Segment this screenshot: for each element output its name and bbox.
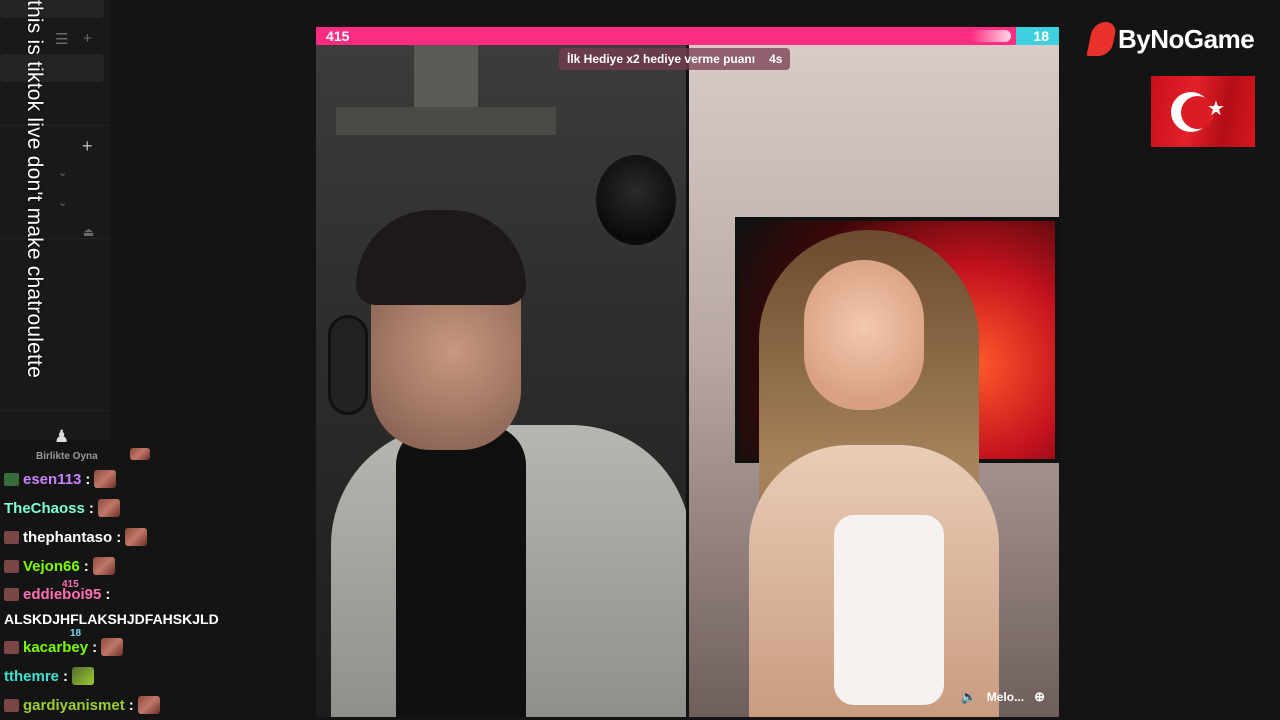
list-icon[interactable]: ☰ xyxy=(55,32,68,47)
chat-username[interactable]: gardiyanismet xyxy=(23,697,125,714)
emote xyxy=(97,499,120,517)
app-sidebar: ☰ + + ⌄ ⌄ ⏏ ♟ xyxy=(0,0,110,445)
headset xyxy=(328,315,368,415)
pk-score-bar: 415 18 xyxy=(316,27,1059,45)
pk-bar-effect xyxy=(971,30,1011,42)
divider xyxy=(0,125,110,126)
chat-colon: : xyxy=(85,470,91,488)
chat-message: Vejon66 : xyxy=(4,554,115,578)
vertical-caption: this is tiktok live don't make chatroule… xyxy=(22,0,48,470)
chat-panel: Birlikte Oyna esen113 : TheChaoss : thep… xyxy=(0,446,300,720)
gift-banner-text: İlk Hediye x2 hediye verme puanı xyxy=(567,52,756,66)
chat-message: eddieboi95 : xyxy=(4,582,110,606)
chat-username[interactable]: kacarbey xyxy=(23,639,88,656)
chat-username[interactable]: esen113 xyxy=(23,471,81,488)
chevron-down-icon[interactable]: ⌄ xyxy=(58,198,67,209)
streamer-hair xyxy=(356,210,526,305)
guest-face xyxy=(804,260,924,410)
chat-message: gardiyanismet : xyxy=(4,693,160,717)
gift-banner: İlk Hediye x2 hediye verme puanı 4s xyxy=(559,48,791,70)
turkey-flag: ★ xyxy=(1151,76,1255,147)
pk-score-left: 415 xyxy=(326,28,350,44)
emote xyxy=(130,448,150,460)
star-icon: ★ xyxy=(1207,98,1225,120)
chat-username[interactable]: Vejon66 xyxy=(23,558,80,575)
chat-username[interactable]: eddieboi95 xyxy=(23,586,101,603)
chat-message: thephantaso : xyxy=(4,525,148,549)
live-stream-frame[interactable]: 415 18 🔈 Melo... ⊕ İlk Hediye x2 hediye … xyxy=(316,27,1059,717)
badge-icon xyxy=(4,559,19,573)
chat-username[interactable]: TheChaoss xyxy=(4,500,85,517)
emote xyxy=(72,667,95,685)
sidebar-row[interactable] xyxy=(0,0,104,18)
streamer-shirt xyxy=(396,425,526,717)
emote xyxy=(101,638,124,656)
chat-message: esen113 : xyxy=(4,467,117,491)
pk-score-right: 18 xyxy=(1033,28,1049,44)
badge-icon xyxy=(4,587,19,601)
chat-colon: : xyxy=(83,557,89,575)
scenery xyxy=(414,45,478,115)
chat-message: TheChaoss : xyxy=(4,496,120,520)
emote xyxy=(137,696,160,714)
badge-icon xyxy=(4,472,19,486)
chevron-down-icon[interactable]: ⌄ xyxy=(58,168,67,179)
sidebar-row-selected[interactable] xyxy=(0,54,104,82)
plush-toy xyxy=(596,155,676,245)
divider xyxy=(0,410,110,411)
user-icon[interactable]: ⏏ xyxy=(83,226,94,238)
gift-banner-timer: 4s xyxy=(769,52,783,66)
brand-logo: ByNoGame xyxy=(1086,22,1255,56)
chat-message: kacarbey : xyxy=(4,635,124,659)
add-icon[interactable]: ⊕ xyxy=(1034,689,1045,705)
emote xyxy=(92,557,115,575)
chat-username[interactable]: tthemre xyxy=(4,668,59,685)
chat-truncated-label: Birlikte Oyna xyxy=(36,451,98,462)
speaker-icon[interactable]: 🔈 xyxy=(961,689,977,705)
chat-message: tthemre : xyxy=(4,664,95,688)
guest-top xyxy=(834,515,944,705)
chat-username[interactable]: thephantaso xyxy=(23,529,112,546)
chat-colon: : xyxy=(116,528,122,546)
chat-colon: : xyxy=(128,696,134,714)
brand-name: ByNoGame xyxy=(1118,23,1255,54)
caption-text: this is tiktok live don't make chatroule… xyxy=(23,0,46,378)
scenery xyxy=(336,107,556,135)
joystick-icon[interactable]: ♟ xyxy=(54,428,69,445)
emote xyxy=(94,470,117,488)
chat-colon: : xyxy=(92,638,98,656)
brand-icon xyxy=(1086,22,1118,56)
chat-colon: : xyxy=(88,499,94,517)
guest-username[interactable]: Melo... xyxy=(987,690,1024,704)
left-camera-feed xyxy=(316,45,691,717)
plus-icon[interactable]: + xyxy=(83,31,92,46)
badge-icon xyxy=(4,530,19,544)
guest-controls: 🔈 Melo... ⊕ xyxy=(961,689,1045,705)
chat-colon: : xyxy=(105,585,111,603)
emote xyxy=(125,528,148,546)
chat-colon: : xyxy=(63,667,69,685)
right-camera-feed: 🔈 Melo... ⊕ xyxy=(689,45,1059,717)
badge-icon xyxy=(4,640,19,654)
badge-icon xyxy=(4,698,19,712)
plus-icon[interactable]: + xyxy=(82,137,93,155)
chat-message-text: ALSKDJHFLAKSHJDFAHSKJLD xyxy=(4,611,219,627)
